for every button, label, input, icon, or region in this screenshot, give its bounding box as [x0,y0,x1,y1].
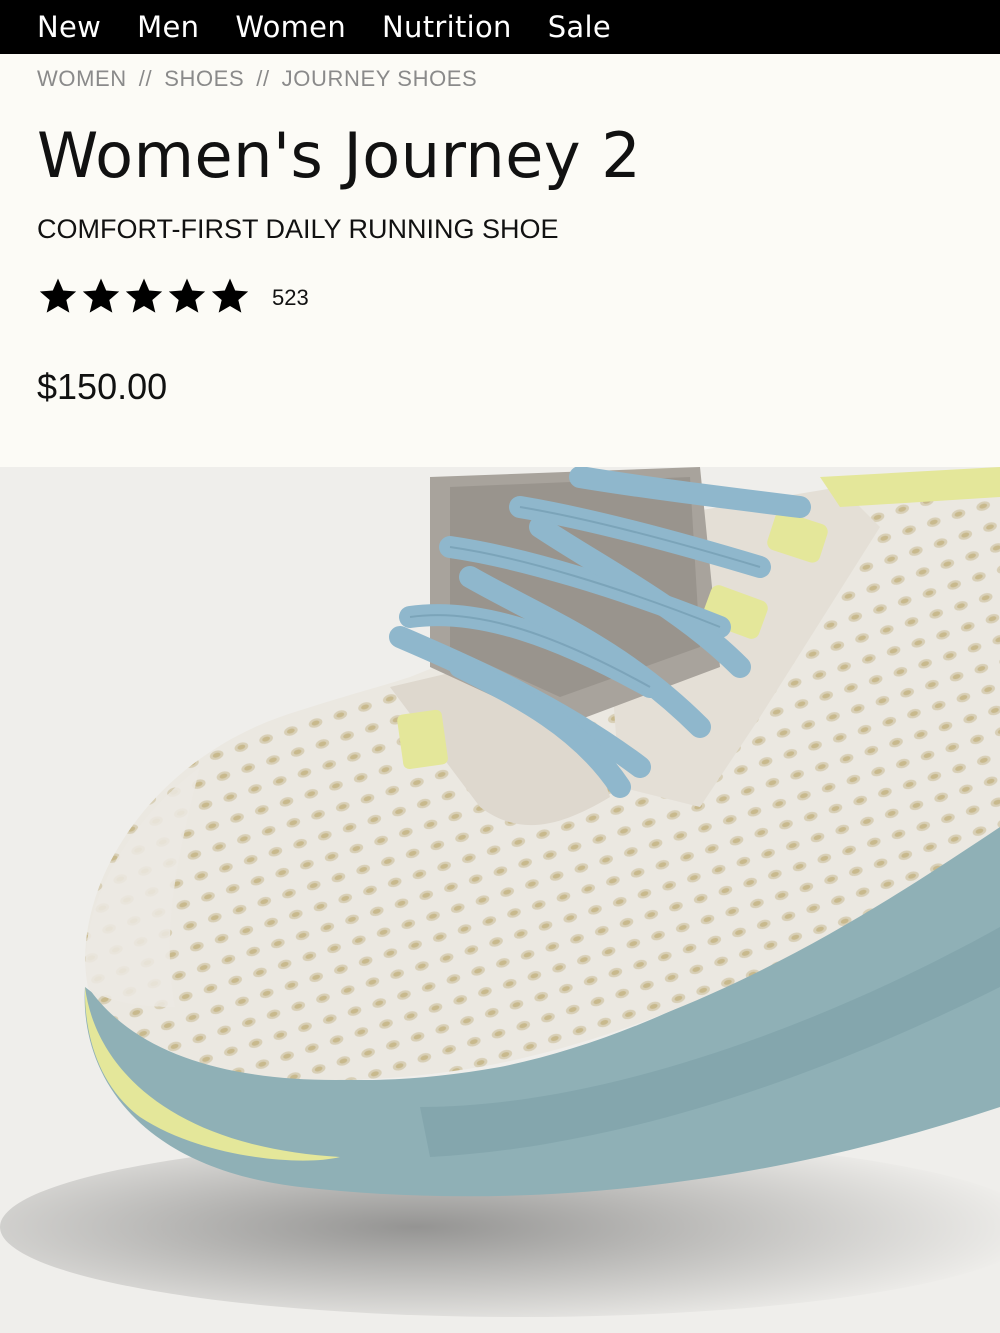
top-navigation: New Men Women Nutrition Sale [0,0,1000,54]
breadcrumb: WOMEN // SHOES // JOURNEY SHOES [37,64,477,94]
product-image[interactable] [0,467,1000,1333]
star-icon [125,278,163,313]
breadcrumb-separator: // [256,66,270,91]
product-price: $150.00 [37,366,168,407]
review-count[interactable]: 523 [272,285,309,311]
breadcrumb-journey-shoes[interactable]: JOURNEY SHOES [282,66,478,92]
star-icon [82,278,120,313]
nav-item-nutrition[interactable]: Nutrition [382,12,512,42]
nav-item-sale[interactable]: Sale [548,12,611,42]
star-rating [37,276,252,316]
product-title: Women's Journey 2 [37,119,642,192]
breadcrumb-women[interactable]: WOMEN [37,66,127,92]
star-icon [39,278,77,313]
nav-item-women[interactable]: Women [235,12,346,42]
breadcrumb-separator: // [138,66,153,91]
product-subtitle: COMFORT-FIRST DAILY RUNNING SHOE [37,214,559,244]
breadcrumb-shoes[interactable]: SHOES [164,66,244,92]
star-icon [211,278,249,313]
shoe-photo [0,467,1000,1317]
nav-item-new[interactable]: New [37,12,101,42]
product-rating[interactable]: 523 [37,276,309,316]
nav-item-men[interactable]: Men [137,12,199,42]
star-icon [168,278,206,313]
